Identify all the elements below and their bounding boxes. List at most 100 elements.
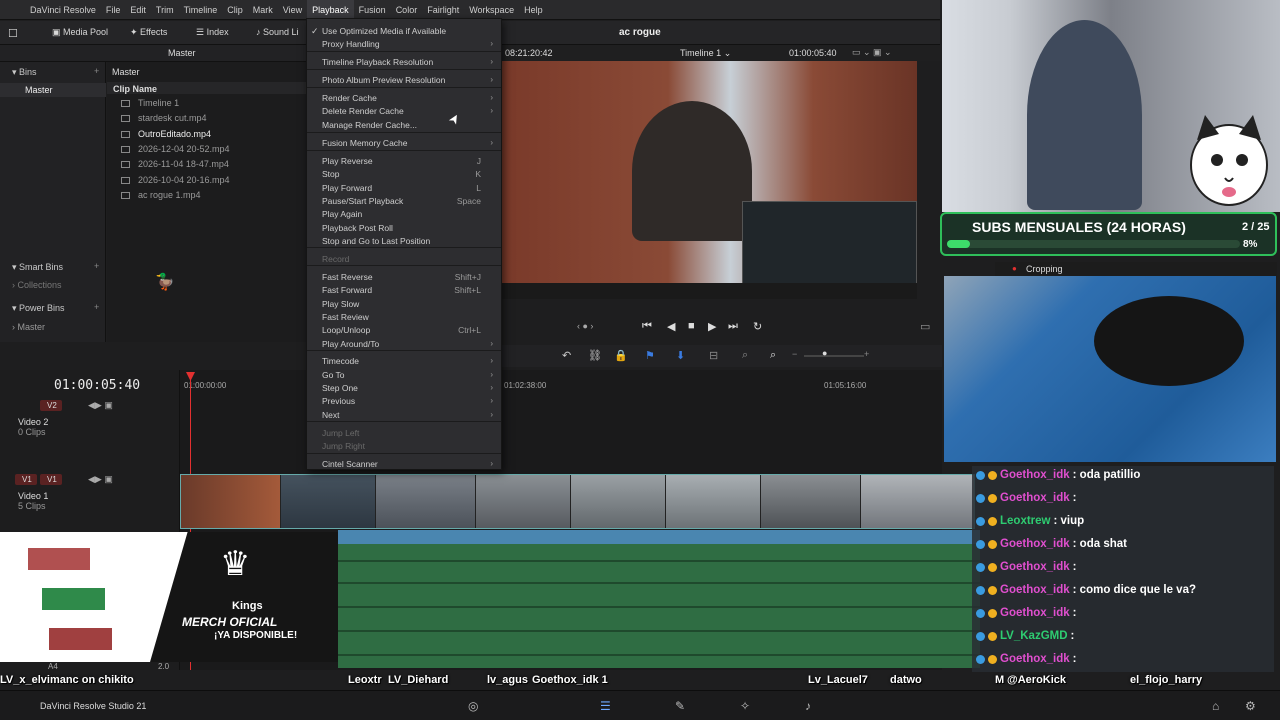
clip-item[interactable]: stardesk cut.mp4 <box>121 113 207 123</box>
zoom-in-icon[interactable]: + <box>864 349 869 359</box>
menu-item-fast-review[interactable]: Fast Review <box>322 312 369 322</box>
flag-icon[interactable]: ⚑ <box>645 349 655 362</box>
menu-item-cintel-scanner[interactable]: Cintel Scanner <box>322 459 378 469</box>
track-v1-src-badge[interactable]: V1 <box>15 474 37 485</box>
taskbar-edit-icon[interactable]: ✎ <box>675 699 685 713</box>
marker-icon[interactable]: ⬇ <box>676 349 685 362</box>
menu-item-manage-render-cache[interactable]: Manage Render Cache... <box>322 120 417 130</box>
zoom-slider[interactable] <box>804 355 864 357</box>
menu-item-playback-post-roll[interactable]: Playback Post Roll <box>322 223 393 233</box>
workspace-icon[interactable]: ☐ <box>8 27 18 40</box>
menu-item-fusion-memory-cache[interactable]: Fusion Memory Cache <box>322 138 408 148</box>
menu-item-previous[interactable]: Previous <box>322 396 355 406</box>
clip-item[interactable]: ac rogue 1.mp4 <box>121 190 201 200</box>
menu-item-proxy-handling[interactable]: Proxy Handling <box>322 39 380 49</box>
menu-file[interactable]: File <box>101 0 126 20</box>
zoom-handle[interactable]: ● <box>822 348 827 358</box>
menu-item-pause-start-playback[interactable]: Pause/Start Playback <box>322 196 403 206</box>
zoom-custom-icon[interactable]: ⌕ <box>770 349 776 362</box>
media-pool-button[interactable]: ▣ Media Pool <box>52 27 108 38</box>
power-bins-header[interactable]: ▾ Power Bins <box>12 303 65 314</box>
menu-item-timeline-playback-resolution[interactable]: Timeline Playback Resolution <box>322 57 433 67</box>
playhead-handle[interactable] <box>186 372 195 381</box>
menu-timeline[interactable]: Timeline <box>179 0 223 20</box>
taskbar-settings-icon[interactable]: ⚙ <box>1245 699 1256 713</box>
menu-item-photo-album-preview-resolution[interactable]: Photo Album Preview Resolution <box>322 75 445 85</box>
menu-workspace[interactable]: Workspace <box>464 0 519 20</box>
viewer-options-icon[interactable]: ▭ ⌄ ▣ ⌄ <box>852 47 892 58</box>
menu-item-go-to[interactable]: Go To <box>322 370 345 380</box>
go-to-end-icon[interactable]: ⏭ <box>728 320 738 333</box>
menu-color[interactable]: Color <box>391 0 423 20</box>
menu-item-loop-unloop[interactable]: Loop/Unloop <box>322 325 370 335</box>
track-v2-badge[interactable]: V2 <box>40 400 62 411</box>
jog-icon[interactable]: ‹ ● › <box>577 321 593 331</box>
clip-name-column[interactable]: Clip Name <box>107 82 307 94</box>
menu-trim[interactable]: Trim <box>151 0 179 20</box>
stop-icon[interactable]: ■ <box>688 320 695 332</box>
menu-mark[interactable]: Mark <box>248 0 278 20</box>
menu-item-render-cache[interactable]: Render Cache <box>322 93 377 103</box>
menu-edit[interactable]: Edit <box>125 0 151 20</box>
loop-icon[interactable]: ↻ <box>753 320 762 333</box>
menu-view[interactable]: View <box>278 0 307 20</box>
taskbar-fusion-icon[interactable]: ✧ <box>740 699 750 713</box>
menu-item-timecode[interactable]: Timecode <box>322 356 359 366</box>
taskbar-camera-icon[interactable]: ◎ <box>468 699 478 713</box>
power-bin-master[interactable]: › Master <box>12 322 45 332</box>
effects-button[interactable]: ✦ Effects <box>130 27 167 38</box>
menu-item-stop-and-go-to-last-position[interactable]: Stop and Go to Last Position <box>322 236 430 246</box>
menu-item-next[interactable]: Next <box>322 410 339 420</box>
play-reverse-icon[interactable]: ◀ <box>667 320 675 333</box>
clip-item[interactable]: 2026-12-04 20-52.mp4 <box>121 144 230 154</box>
menu-fairlight[interactable]: Fairlight <box>422 0 464 20</box>
menu-playback[interactable]: Playback <box>307 0 354 20</box>
taskbar-fairlight-icon[interactable]: ♪ <box>805 699 811 713</box>
go-to-start-icon[interactable]: ⏮ <box>642 320 652 333</box>
menu-item-fast-reverse[interactable]: Fast Reverse <box>322 272 373 282</box>
smart-bins-header[interactable]: ▾ Smart Bins <box>12 262 63 273</box>
bin-master[interactable]: Master <box>0 83 106 97</box>
sound-library-button[interactable]: ♪ Sound Li <box>256 27 299 37</box>
menu-item-play-around-to[interactable]: Play Around/To <box>322 339 379 349</box>
zoom-out-icon[interactable]: − <box>792 349 797 359</box>
taskbar-home-icon[interactable]: ⌂ <box>1212 699 1219 713</box>
link-icon[interactable]: ⛓ <box>588 349 602 362</box>
menu-item-play-reverse[interactable]: Play Reverse <box>322 156 373 166</box>
add-power-bin-icon[interactable]: + <box>94 302 99 312</box>
play-icon[interactable]: ▶ <box>708 320 716 333</box>
menu-item-delete-render-cache[interactable]: Delete Render Cache <box>322 106 404 116</box>
menu-item-play-forward[interactable]: Play Forward <box>322 183 372 193</box>
menu-help[interactable]: Help <box>519 0 548 20</box>
menu-clip[interactable]: Clip <box>222 0 248 20</box>
track-v1-badge[interactable]: V1 <box>40 474 62 485</box>
zoom-detail-icon[interactable]: ⌕ <box>742 349 748 362</box>
fullscreen-icon[interactable]: ▭ <box>920 320 930 333</box>
timeline-item[interactable]: Timeline 1 <box>121 98 179 108</box>
timeline-selector[interactable]: Timeline 1 ⌄ <box>680 48 731 59</box>
menu-item-play-again[interactable]: Play Again <box>322 209 362 219</box>
menu-item-fast-forward[interactable]: Fast Forward <box>322 285 372 295</box>
menu-item-step-one[interactable]: Step One <box>322 383 358 393</box>
taskbar-resolve-icon[interactable]: ☰ <box>600 699 611 713</box>
taskbar-app-label[interactable]: DaVinci Resolve Studio 21 <box>40 701 146 711</box>
zoom-full-icon[interactable]: ⊟ <box>709 349 718 362</box>
audio-tracks[interactable] <box>338 530 980 668</box>
add-smart-bin-icon[interactable]: + <box>94 261 99 271</box>
menu-item-play-slow[interactable]: Play Slow <box>322 299 359 309</box>
collections-item[interactable]: › Collections <box>12 280 62 290</box>
snap-icon[interactable]: ↶ <box>562 349 571 362</box>
menu-fusion[interactable]: Fusion <box>354 0 391 20</box>
add-bin-icon[interactable]: + <box>94 66 99 76</box>
menu-item-stop[interactable]: Stop <box>322 169 340 179</box>
track-v2-controls[interactable]: ◀▶ ▣ <box>88 400 113 411</box>
menu-item-use-optimized-media-if-available[interactable]: Use Optimized Media if Available <box>322 26 446 36</box>
track-v1-controls[interactable]: ◀▶ ▣ <box>88 474 113 485</box>
video-track-v1-clips[interactable] <box>180 474 975 529</box>
app-name[interactable]: DaVinci Resolve <box>0 0 101 20</box>
clip-item[interactable]: 2026-10-04 20-16.mp4 <box>121 175 230 185</box>
lock-icon[interactable]: 🔒 <box>614 349 628 362</box>
index-button[interactable]: ☰ Index <box>196 27 229 38</box>
clip-item[interactable]: OutroEditado.mp4 <box>121 129 211 139</box>
viewer[interactable] <box>502 61 917 299</box>
